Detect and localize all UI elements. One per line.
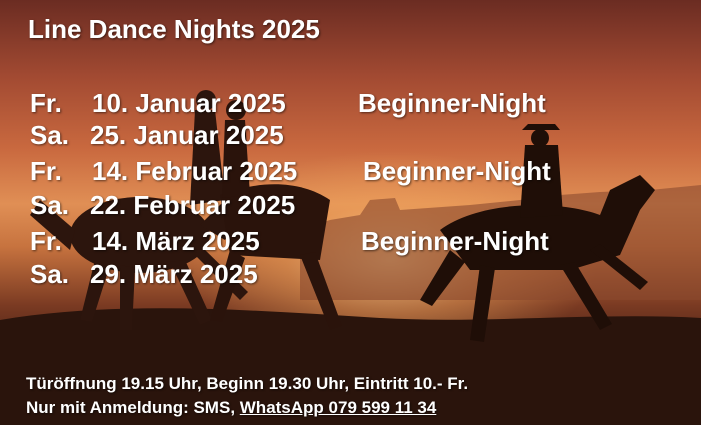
event-date: 29. März 2025 [90,259,258,289]
event-day: Sa. [30,190,70,220]
page-title: Line Dance Nights 2025 [28,14,320,44]
event-date: 22. Februar 2025 [90,190,296,220]
poster: Line Dance Nights 2025 Fr. 10. Januar 20… [0,0,701,425]
event-day: Fr. [30,156,62,186]
event-label: Beginner-Night [361,226,549,256]
event-date: 10. Januar 2025 [92,88,286,118]
event-date: 14. Februar 2025 [92,156,298,186]
event-label: Beginner-Night [363,156,551,186]
whatsapp-link[interactable]: WhatsApp 079 599 11 34 [240,398,437,417]
event-day: Fr. [30,226,62,256]
event-label: Beginner-Night [358,88,546,118]
sms-label: SMS [193,398,231,417]
registration-prefix: Nur mit Anmeldung: [26,398,194,417]
event-day: Sa. [30,120,70,150]
event-date: 14. März 2025 [92,226,260,256]
event-date: 25. Januar 2025 [90,120,284,150]
registration-line: Nur mit Anmeldung: SMS, WhatsApp 079 599… [26,398,436,418]
separator: , [230,398,240,417]
event-day: Fr. [30,88,62,118]
event-day: Sa. [30,259,70,289]
info-line: Türöffnung 19.15 Uhr, Beginn 19.30 Uhr, … [26,374,469,393]
